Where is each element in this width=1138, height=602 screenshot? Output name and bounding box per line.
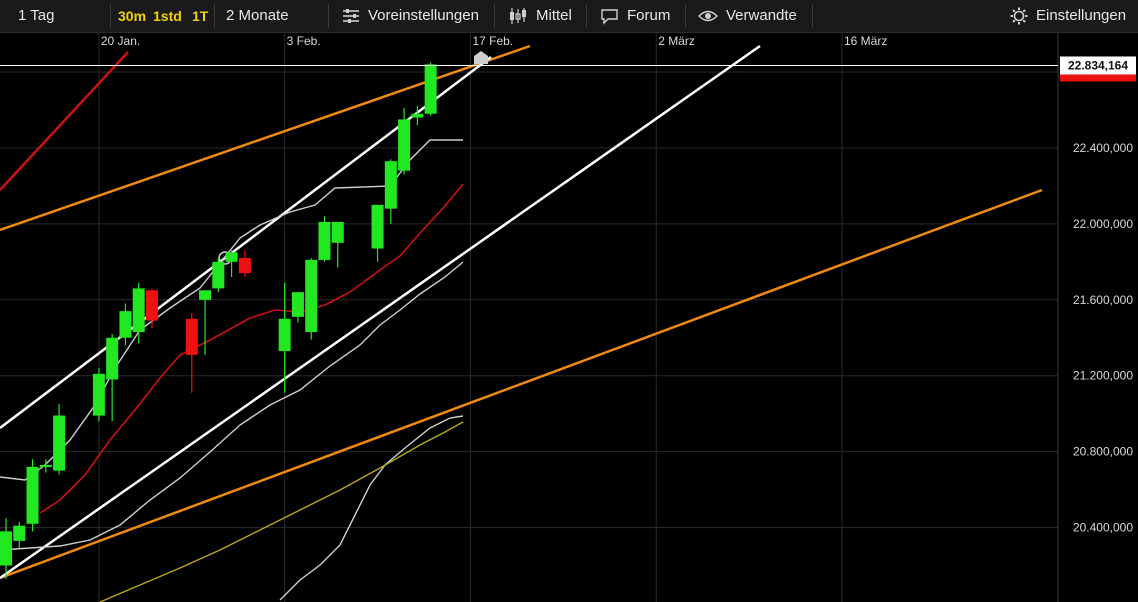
toolbar-divider [494, 4, 495, 28]
candle-body [92, 373, 105, 416]
candle-body [225, 252, 238, 262]
red-trend-line [0, 51, 129, 191]
toolbar-divider [214, 4, 215, 28]
settings-label: Einstellungen [1036, 7, 1127, 24]
eye-icon [698, 10, 718, 22]
candle-body [145, 290, 158, 321]
candle-body [411, 113, 424, 118]
y-tick-label: 22.000,000 [1073, 217, 1133, 231]
candle-body [26, 466, 39, 524]
candle [53, 404, 66, 475]
moving-averages [0, 139, 464, 602]
candle-body [132, 288, 145, 333]
speech-bubble-icon [601, 8, 618, 25]
toolbar-divider [812, 4, 813, 28]
y-tick-label: 21.200,000 [1073, 369, 1133, 383]
x-tick-label: 2 März [658, 34, 695, 48]
candle-body [424, 64, 437, 114]
gear-icon [1010, 7, 1028, 25]
candle [13, 521, 26, 549]
y-axis: 22.800,00022.400,00022.000,00021.600,000… [1073, 65, 1133, 535]
candle-body [371, 204, 384, 249]
candle [318, 216, 331, 262]
y-tick-label: 20.400,000 [1073, 521, 1133, 535]
related-label: Verwandte [726, 7, 797, 24]
candle-body [278, 318, 291, 352]
candle-body [384, 161, 397, 209]
candle-body [291, 292, 304, 317]
candle-body [39, 464, 52, 467]
x-tick-label: 17 Feb. [472, 34, 513, 48]
candle [185, 313, 198, 393]
candle-body [13, 525, 26, 541]
candle-body [238, 258, 251, 274]
range-2-months-button[interactable]: 2 Monate [226, 3, 289, 29]
sliders-icon [343, 9, 359, 24]
channel-line-lower [0, 44, 761, 580]
last-price-marker: 22.834,164 [0, 56, 1136, 82]
candle [424, 62, 437, 116]
candle [291, 292, 304, 323]
orange-trend-line-upper [0, 44, 531, 232]
candle-body [398, 119, 411, 171]
candle [371, 204, 384, 262]
candle [212, 258, 225, 293]
drawing-endpoint-marker [474, 51, 488, 64]
presets-button[interactable]: Voreinstellungen [342, 3, 479, 29]
last-price-label: 22.834,164 [1068, 58, 1128, 72]
candle [305, 258, 318, 340]
candle-body [0, 531, 12, 566]
x-tick-label: 20 Jan. [101, 34, 140, 48]
candle-body [318, 221, 331, 260]
y-tick-label: 22.400,000 [1073, 141, 1133, 155]
interval-30m-button[interactable]: 30m [118, 3, 146, 29]
candle [119, 303, 132, 346]
chart-toolbar: 1 Tag 30m 1std 1T 2 Monate Voreinstellun… [0, 0, 1138, 33]
settings-button[interactable]: Einstellungen [1010, 3, 1126, 29]
x-axis: 20 Jan. 3 Feb. 17 Feb. 2 März 16 März [101, 34, 887, 48]
x-tick-label: 3 Feb. [287, 34, 321, 48]
candle [26, 459, 39, 532]
ma-yellow-line [99, 421, 464, 602]
presets-label: Voreinstellungen [368, 7, 479, 24]
indicator-button[interactable]: Mittel [508, 3, 572, 29]
candle-body [119, 311, 132, 338]
y-tick-label: 20.800,000 [1073, 445, 1133, 459]
ma-gray-lower-line [279, 415, 464, 601]
toolbar-divider [328, 4, 329, 28]
forum-button[interactable]: Forum [600, 3, 670, 29]
price-chart[interactable]: 20 Jan.3 Feb.17 Feb.2 März16 März 22.800… [0, 33, 1138, 602]
candle-body [106, 337, 119, 380]
candlestick-icon [510, 8, 526, 25]
toolbar-divider [110, 4, 111, 28]
candle [132, 282, 145, 344]
x-tick-label: 16 März [844, 34, 887, 48]
candlesticks [0, 62, 437, 579]
candle [238, 250, 251, 277]
related-button[interactable]: Verwandte [698, 3, 797, 29]
indicator-label: Mittel [536, 7, 572, 24]
y-tick-label: 21.600,000 [1073, 293, 1133, 307]
forum-label: Forum [627, 7, 671, 24]
chart-grid [0, 33, 1059, 602]
candle-body [185, 318, 198, 355]
candle-body [212, 261, 225, 289]
interval-1std-button[interactable]: 1std [153, 3, 182, 29]
candle-body [331, 221, 344, 243]
interval-1t-button[interactable]: 1T [192, 3, 208, 29]
toolbar-divider [586, 4, 587, 28]
candle [39, 459, 52, 473]
candle [92, 368, 105, 422]
candle [106, 333, 119, 422]
ma-gray-mid-line [0, 261, 464, 551]
candle [145, 288, 158, 329]
last-price-box-change [1060, 74, 1136, 82]
candle [331, 221, 344, 268]
toolbar-divider [685, 4, 686, 28]
candle [384, 159, 397, 224]
candle-body [305, 259, 318, 333]
candle-body [199, 290, 212, 300]
range-1-day-button[interactable]: 1 Tag [18, 3, 54, 29]
candle-body [53, 415, 66, 471]
